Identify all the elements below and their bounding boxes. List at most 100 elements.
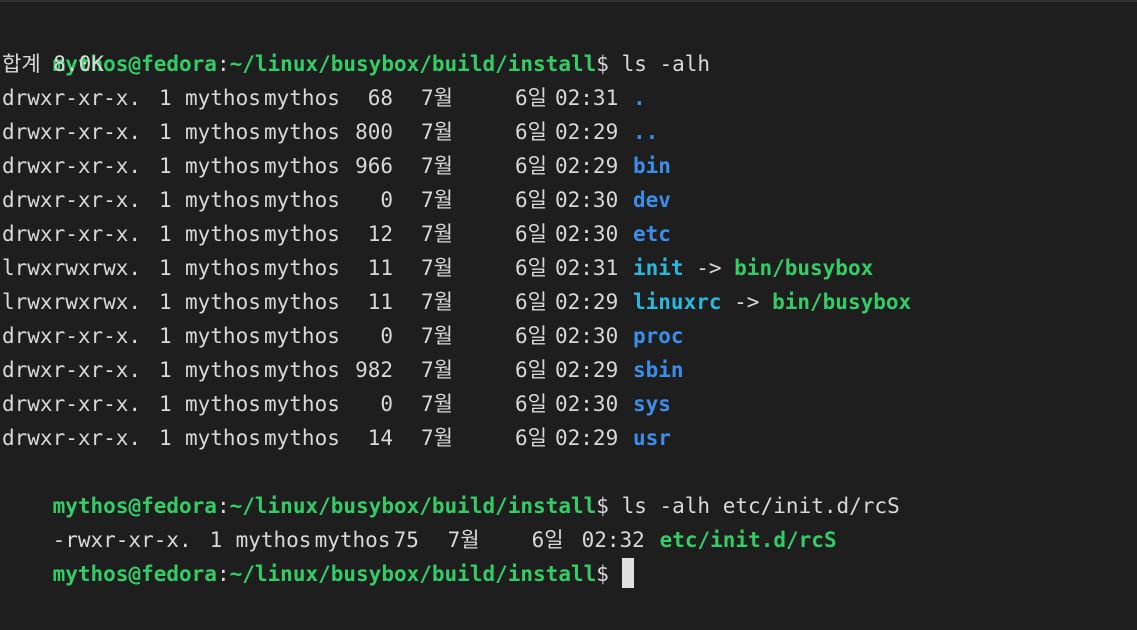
- file-size: 68: [367, 86, 393, 110]
- month: 7월: [421, 324, 453, 348]
- prompt-user-host: mythos@fedora: [52, 494, 217, 518]
- owner: mythos: [185, 392, 261, 416]
- link-count: 1: [159, 290, 172, 314]
- owner: mythos: [235, 528, 312, 552]
- permissions: drwxr-xr-x.: [2, 426, 142, 450]
- prompt-colon: :: [216, 52, 230, 76]
- permissions: lrwxrwxrwx.: [2, 290, 142, 314]
- listing-row: lrwxrwxrwx. 1 mythos mythos 11 7월 6일 02:31 init …: [2, 251, 1137, 285]
- time: 02:30: [555, 392, 619, 416]
- time: 02:29: [555, 290, 619, 314]
- file-size: 966: [355, 154, 393, 178]
- permissions: drwxr-xr-x.: [2, 86, 142, 110]
- listing-row: lrwxrwxrwx. 1 mythos mythos 11 7월 6일 02:29 linux…: [2, 285, 1137, 319]
- listing-row: drwxr-xr-x. 1 mythos mythos 800 7월 6일 02:29..: [2, 115, 1137, 149]
- permissions: drwxr-xr-x.: [2, 222, 142, 246]
- month: 7월: [421, 426, 453, 450]
- file-name: bin: [633, 154, 671, 178]
- file-size: 11: [367, 290, 393, 314]
- prompt-line-1: mythos@fedora:~/linux/busybox/build/inst…: [2, 13, 1137, 76]
- owner: mythos: [185, 86, 261, 110]
- link-count: 1: [159, 392, 172, 416]
- time: 02:31: [555, 86, 619, 110]
- day: 6일: [515, 222, 547, 246]
- permissions: drwxr-xr-x.: [2, 324, 142, 348]
- listing-row: drwxr-xr-x. 1 mythos mythos 68 7월 6일 02:31.: [2, 81, 1137, 115]
- symlink-target: bin/busybox: [734, 256, 874, 280]
- group: mythos: [264, 324, 340, 348]
- listing-row: drwxr-xr-x. 1 mythos mythos 0 7월 6일 02:30 proc: [2, 319, 1137, 353]
- permissions: drwxr-xr-x.: [2, 120, 142, 144]
- day: 6일: [515, 120, 547, 144]
- file-size: 0: [380, 392, 393, 416]
- file-size: 800: [355, 120, 393, 144]
- link-count: 1: [159, 324, 172, 348]
- month: 7월: [421, 392, 453, 416]
- link-count: 1: [159, 154, 172, 178]
- file-name: init: [633, 256, 684, 280]
- day: 6일: [515, 188, 547, 212]
- month: 7월: [421, 290, 453, 314]
- permissions: -rwxr-xr-x.: [52, 528, 192, 552]
- owner: mythos: [185, 222, 261, 246]
- command-text: ls -alh: [608, 52, 711, 76]
- link-count: 1: [159, 222, 172, 246]
- day: 6일: [515, 426, 547, 450]
- owner: mythos: [185, 426, 261, 450]
- link-count: 1: [159, 86, 172, 110]
- file-name: etc/init.d/rcS: [659, 528, 837, 552]
- group: mythos: [264, 188, 340, 212]
- day: 6일: [515, 392, 547, 416]
- owner: mythos: [185, 358, 261, 382]
- prompt-dollar: $: [596, 494, 609, 518]
- file-name: .: [633, 86, 646, 110]
- month: 7월: [421, 222, 453, 246]
- symlink-arrow: ->: [683, 256, 735, 280]
- day: 6일: [515, 358, 547, 382]
- link-count: 1: [159, 256, 172, 280]
- link-count: 1: [209, 528, 223, 552]
- listing-row: drwxr-xr-x. 1 mythos mythos 982 7월 6일 02:29 sbin: [2, 353, 1137, 387]
- time: 02:29: [555, 120, 619, 144]
- time: 02:30: [555, 222, 619, 246]
- prompt-line-2: mythos@fedora:~/linux/busybox/build/inst…: [2, 455, 1137, 518]
- time: 02:32: [581, 528, 645, 552]
- month: 7월: [421, 256, 453, 280]
- day: 6일: [515, 324, 547, 348]
- permissions: drwxr-xr-x.: [2, 188, 142, 212]
- time: 02:29: [555, 358, 619, 382]
- file-size: 0: [380, 324, 393, 348]
- symlink-arrow: ->: [721, 290, 773, 314]
- owner: mythos: [185, 120, 261, 144]
- month: 7월: [447, 528, 480, 552]
- group: mythos: [314, 528, 391, 552]
- prompt-dollar: $: [596, 562, 609, 586]
- group: mythos: [264, 290, 340, 314]
- file-size: 0: [380, 188, 393, 212]
- month: 7월: [421, 86, 453, 110]
- day: 6일: [515, 290, 547, 314]
- file-name: usr: [633, 426, 671, 450]
- time: 02:30: [555, 188, 619, 212]
- day: 6일: [515, 154, 547, 178]
- file-name: linuxrc: [633, 290, 722, 314]
- month: 7월: [421, 358, 453, 382]
- listing-row: drwxr-xr-x. 1 mythos mythos 966 7월 6일 02:29 bin: [2, 149, 1137, 183]
- link-count: 1: [159, 426, 172, 450]
- group: mythos: [264, 358, 340, 382]
- month: 7월: [421, 188, 453, 212]
- permissions: drwxr-xr-x.: [2, 358, 142, 382]
- prompt-colon: :: [216, 494, 230, 518]
- permissions: lrwxrwxrwx.: [2, 256, 142, 280]
- command-text: ls -alh etc/init.d/rcS: [608, 494, 900, 518]
- time: 02:30: [555, 324, 619, 348]
- text-cursor[interactable]: [621, 558, 634, 588]
- owner: mythos: [185, 256, 261, 280]
- file-size: 75: [393, 528, 419, 552]
- month: 7월: [421, 154, 453, 178]
- terminal-window[interactable]: mythos@fedora:~/linux/busybox/build/inst…: [0, 0, 1137, 630]
- time: 02:29: [555, 426, 619, 450]
- group: mythos: [264, 154, 340, 178]
- file-name: etc: [633, 222, 671, 246]
- file-size: 11: [367, 256, 393, 280]
